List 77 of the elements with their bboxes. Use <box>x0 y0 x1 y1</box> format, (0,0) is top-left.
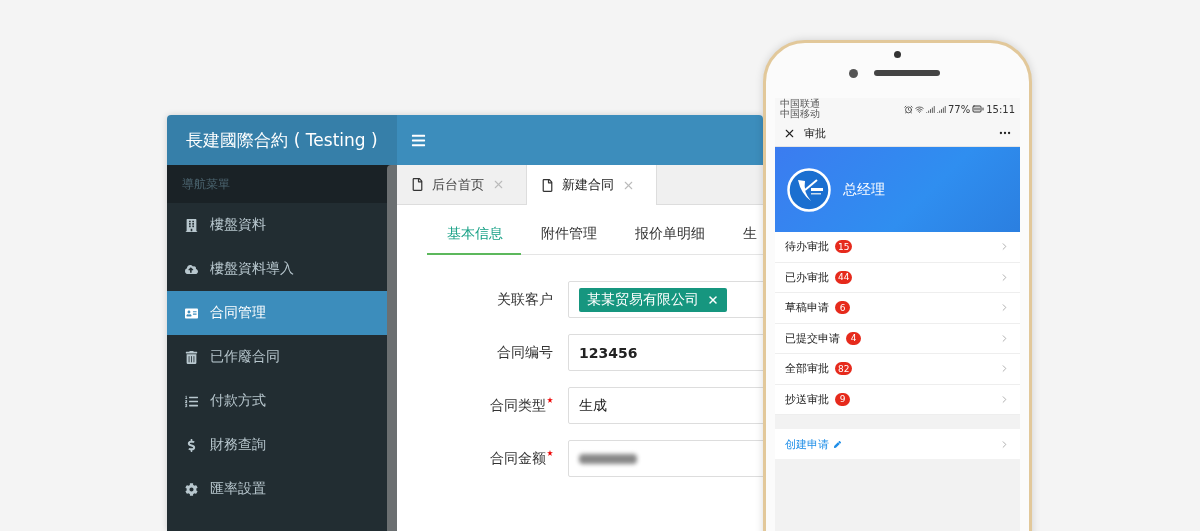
sidebar-item-label: 財務查詢 <box>210 436 266 454</box>
status-time: 15:11 <box>986 103 1015 115</box>
menu-row-label: 抄送审批 <box>785 391 829 407</box>
scrollbar[interactable] <box>387 165 397 531</box>
sidebar-item[interactable]: 匯率設置 <box>167 467 387 511</box>
menu-row[interactable]: 已办审批 44 <box>775 262 1020 293</box>
battery-icon <box>972 103 985 115</box>
form-tab[interactable]: 报价单明细 <box>615 217 723 255</box>
create-row[interactable]: 创建申请 <box>775 429 1020 459</box>
sidebar-item[interactable]: 樓盤資料導入 <box>167 247 387 291</box>
wifi-icon <box>914 104 924 114</box>
sidebar-item-label: 付款方式 <box>210 392 266 410</box>
menu-icon[interactable] <box>411 132 426 148</box>
count-badge: 44 <box>835 270 853 284</box>
count-badge: 4 <box>846 331 861 345</box>
page-tab[interactable]: 新建合同 <box>527 165 657 205</box>
blurred-value <box>579 453 637 464</box>
sidebar-item-label: 樓盤資料導入 <box>210 260 294 278</box>
count-badge: 15 <box>835 240 853 254</box>
sidebar-item[interactable]: 合同管理 <box>167 291 387 335</box>
sidebar-item-label: 匯率設置 <box>210 480 266 498</box>
signal-icon <box>936 104 946 114</box>
carrier-name: 中国联通 <box>780 99 820 109</box>
sidebar-item[interactable]: 已作廢合同 <box>167 335 387 379</box>
field-label: 合同编号 <box>497 343 553 362</box>
tag: 某某贸易有限公司 <box>579 287 727 312</box>
menu-row[interactable]: 草稿申请 6 <box>775 293 1020 324</box>
count-badge: 9 <box>835 392 850 406</box>
input-field[interactable] <box>568 440 763 477</box>
file-icon <box>541 178 554 192</box>
form-tab[interactable]: 附件管理 <box>521 217 615 255</box>
form-tab[interactable]: 生 <box>723 217 763 255</box>
field-label: 合同金额 <box>490 449 546 468</box>
menu-row[interactable]: 已提交申请 4 <box>775 323 1020 354</box>
list-icon <box>185 394 198 408</box>
input-field[interactable]: 123456 <box>568 334 763 371</box>
count-badge: 6 <box>835 301 850 315</box>
create-label: 创建申请 <box>785 436 829 452</box>
building-icon <box>185 218 198 232</box>
battery-percent: 77% <box>947 103 971 115</box>
sidebar-item-label: 已作廢合同 <box>210 348 280 366</box>
menu-row[interactable]: 全部审批 82 <box>775 354 1020 385</box>
page-tab-label: 新建合同 <box>562 176 614 194</box>
menu-row-label: 全部审批 <box>785 361 829 377</box>
menu-row-label: 待办审批 <box>785 239 829 255</box>
carrier-name: 中国移动 <box>780 109 820 119</box>
menu-row-label: 已办审批 <box>785 269 829 285</box>
menu-row-label: 已提交申请 <box>785 330 840 346</box>
camera-icon <box>894 51 901 58</box>
cloud-upload-icon <box>185 262 198 276</box>
file-icon <box>411 178 424 191</box>
sidebar-item-label: 樓盤資料 <box>210 216 266 234</box>
dollar-icon <box>185 438 198 452</box>
trash-icon <box>185 350 198 364</box>
menu-row[interactable]: 抄送审批 9 <box>775 384 1020 415</box>
sidebar-item[interactable]: 財務查詢 <box>167 423 387 467</box>
alarm-icon <box>903 104 913 114</box>
field-label: 关联客户 <box>497 290 553 309</box>
banner-name: 总经理 <box>843 180 885 199</box>
pencil-icon <box>834 440 841 448</box>
screen-title: 审批 <box>804 125 826 141</box>
menu-row[interactable]: 待办审批 15 <box>775 232 1020 263</box>
app-title: 長建國際合約 ( Testing ) <box>167 115 397 165</box>
menu-row-label: 草稿申请 <box>785 300 829 316</box>
count-badge: 82 <box>835 362 853 376</box>
sensor-icon <box>849 69 858 78</box>
logo-icon <box>787 167 831 212</box>
settings-icon <box>185 482 198 496</box>
signal-icon <box>925 104 935 114</box>
page-tab-label: 后台首页 <box>432 175 484 194</box>
id-card-icon <box>185 306 198 320</box>
field-label: 合同类型 <box>490 396 546 415</box>
sidebar-item-label: 合同管理 <box>210 304 266 322</box>
sidebar-item[interactable]: 付款方式 <box>167 379 387 423</box>
speaker-icon <box>874 70 940 76</box>
sidebar-item[interactable]: 樓盤資料 <box>167 203 387 247</box>
input-field[interactable]: 生成 <box>568 387 763 424</box>
